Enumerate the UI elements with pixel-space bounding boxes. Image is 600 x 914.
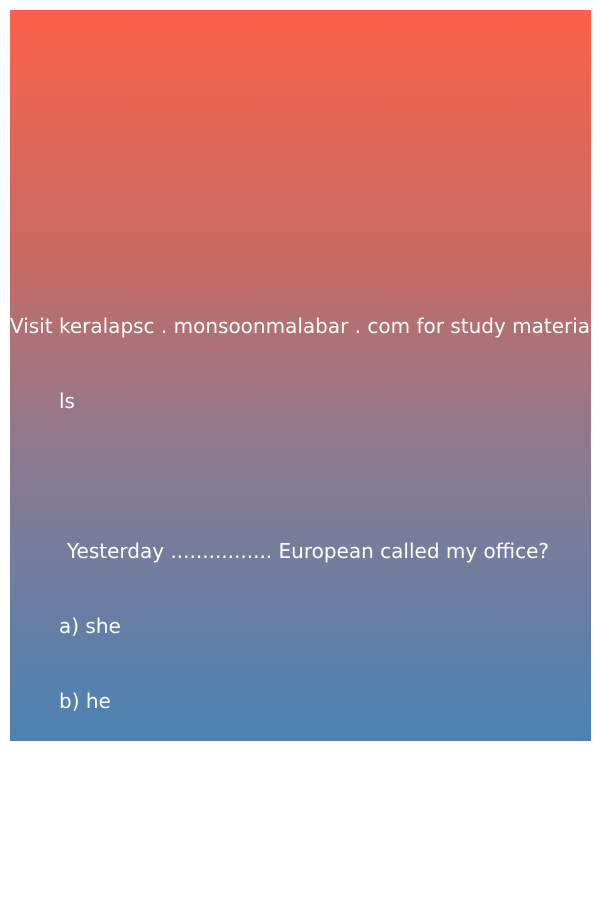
option-c: c) an [59, 764, 110, 788]
option-d: d) a [59, 839, 99, 863]
question-text: Yesterday ................ European call… [67, 539, 550, 563]
promo-text-line-2: ls [59, 389, 75, 413]
option-a: a) she [59, 614, 121, 638]
promo-text-line-1: Visit keralapsc . monsoonmalabar . com f… [10, 314, 591, 338]
option-b: b) he [59, 689, 111, 713]
quiz-card: Visit keralapsc . monsoonmalabar . com f… [10, 10, 591, 863]
quiz-content: Visit keralapsc . monsoonmalabar . com f… [10, 264, 591, 914]
